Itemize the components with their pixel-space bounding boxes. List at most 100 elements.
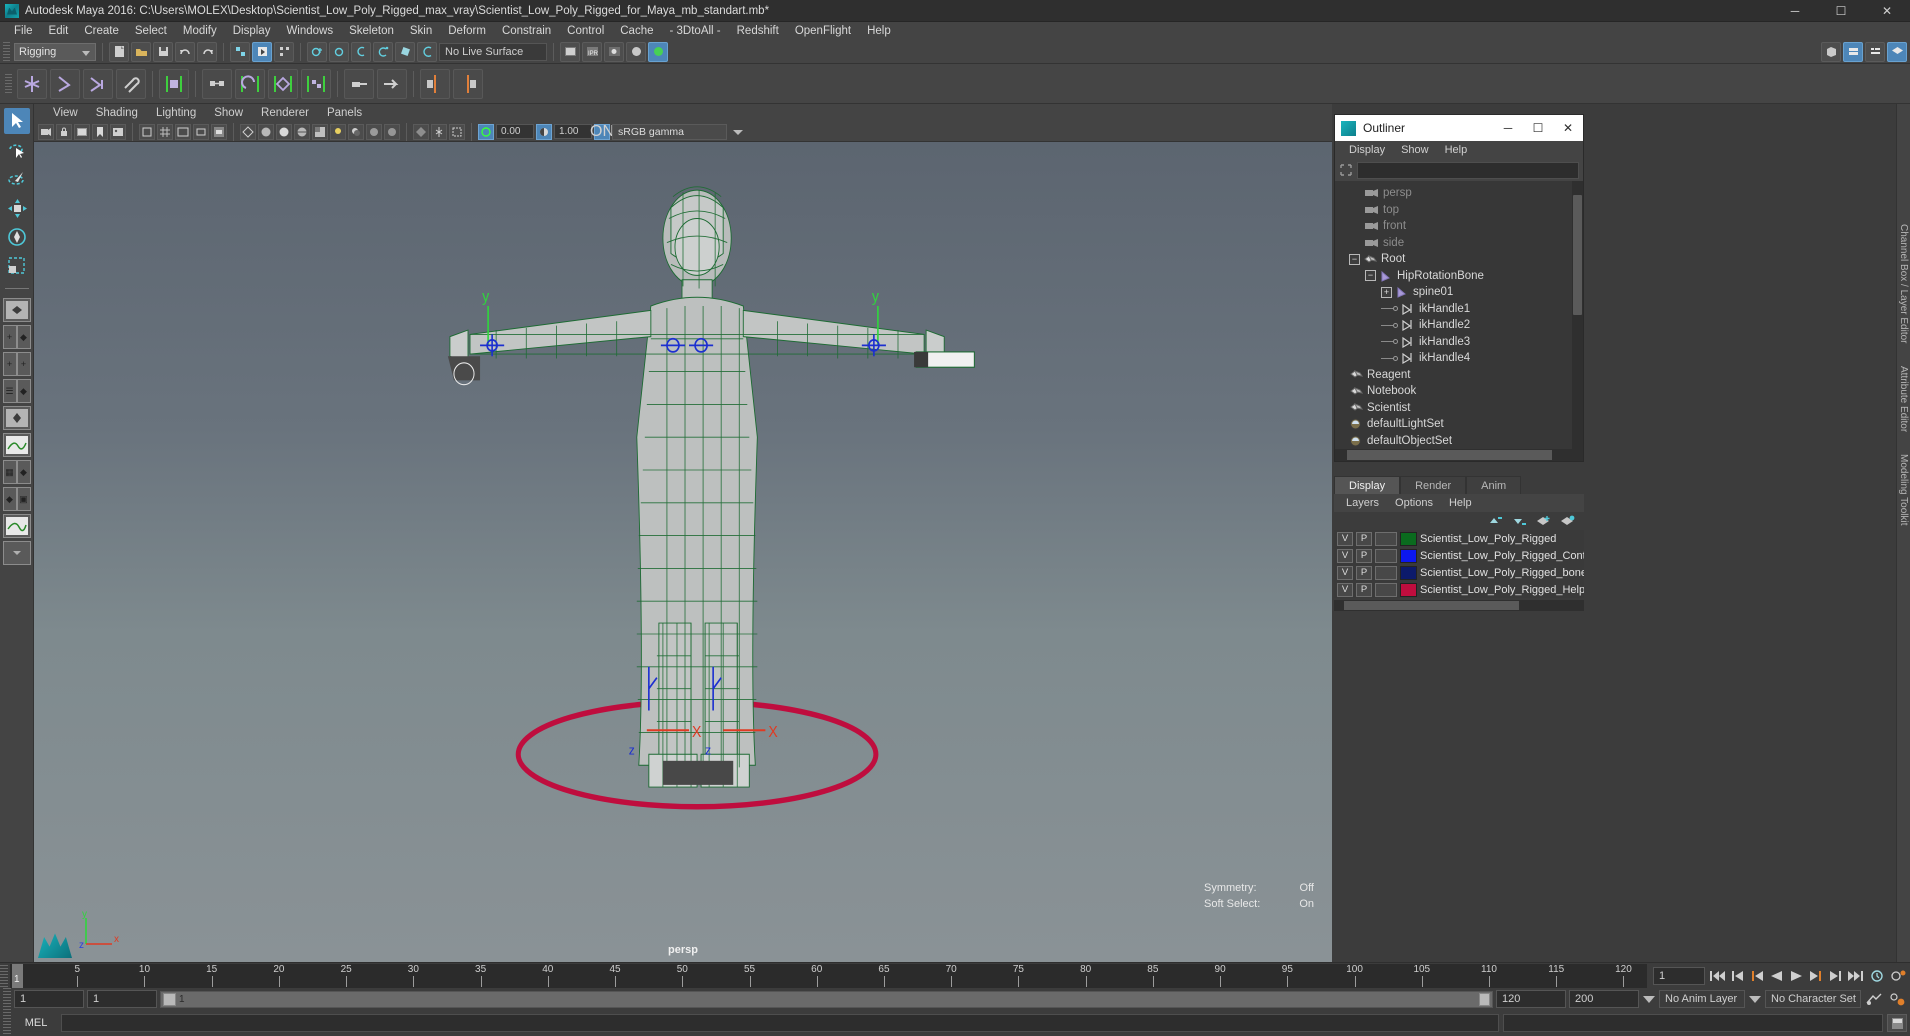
- time-slider-grip[interactable]: [0, 965, 8, 987]
- layer-playback-toggle[interactable]: P: [1356, 566, 1372, 580]
- panel-menu-renderer[interactable]: Renderer: [252, 107, 318, 119]
- shelf-mirror-skin-icon[interactable]: [453, 69, 483, 99]
- select-camera-icon[interactable]: [38, 124, 54, 140]
- menu-item-display[interactable]: Display: [225, 22, 279, 40]
- panel-menu-lighting[interactable]: Lighting: [147, 107, 205, 119]
- select-object-icon[interactable]: [252, 42, 272, 62]
- outliner-item[interactable]: ikHandle4: [1335, 350, 1583, 367]
- outliner-item[interactable]: ikHandle2: [1335, 317, 1583, 334]
- outliner-item[interactable]: −Root: [1335, 251, 1583, 268]
- minimize-button[interactable]: ─: [1772, 0, 1818, 22]
- move-tool-button[interactable]: [4, 195, 30, 221]
- outliner-menu-display[interactable]: Display: [1341, 144, 1393, 156]
- tab-anim[interactable]: Anim: [1466, 476, 1521, 494]
- isolate-select-icon[interactable]: [449, 124, 465, 140]
- outliner-item[interactable]: defaultObjectSet: [1335, 433, 1583, 450]
- outliner-item[interactable]: −HipRotationBone: [1335, 268, 1583, 285]
- layer-type-toggle[interactable]: [1375, 566, 1397, 580]
- shelf-wrap-icon[interactable]: [268, 69, 298, 99]
- menu-item-3dtoall[interactable]: - 3DtoAll -: [662, 22, 729, 40]
- shelf-cluster-icon[interactable]: [202, 69, 232, 99]
- save-scene-icon[interactable]: [153, 42, 173, 62]
- range-slider-grip[interactable]: [3, 988, 11, 1010]
- camera-attributes-icon[interactable]: [74, 124, 90, 140]
- menu-item-help[interactable]: Help: [859, 22, 899, 40]
- ao-icon[interactable]: [366, 124, 382, 140]
- tab-display[interactable]: Display: [1334, 476, 1400, 494]
- menu-item-edit[interactable]: Edit: [41, 22, 77, 40]
- expand-toggle-icon[interactable]: +: [1381, 287, 1392, 298]
- command-language-label[interactable]: MEL: [15, 1017, 57, 1029]
- move-layer-up-icon[interactable]: [1488, 514, 1504, 528]
- sidebar-toggle-channel-icon[interactable]: [1865, 42, 1885, 62]
- display-layer-row[interactable]: VPScientist_Low_Poly_Rigged: [1334, 530, 1584, 547]
- layout-more-button[interactable]: [3, 541, 31, 565]
- layer-playback-toggle[interactable]: P: [1356, 549, 1372, 563]
- open-scene-icon[interactable]: [131, 42, 151, 62]
- wireframe-shading-icon[interactable]: [240, 124, 256, 140]
- menu-set-selector[interactable]: Rigging: [14, 43, 96, 61]
- layout-curve-button[interactable]: [3, 514, 31, 538]
- shelf-blendshape-icon[interactable]: [301, 69, 331, 99]
- menu-item-skeleton[interactable]: Skeleton: [341, 22, 402, 40]
- outliner-menu-show[interactable]: Show: [1393, 144, 1437, 156]
- lock-camera-icon[interactable]: [56, 124, 72, 140]
- auto-key-toggle-icon[interactable]: [1864, 991, 1884, 1007]
- xray-joints-icon[interactable]: [431, 124, 447, 140]
- layer-color-swatch[interactable]: [1400, 566, 1417, 580]
- select-component-icon[interactable]: [274, 42, 294, 62]
- outliner-minimize-button[interactable]: ─: [1493, 115, 1523, 141]
- menu-item-select[interactable]: Select: [127, 22, 175, 40]
- sidebar-toggle-modeling-icon[interactable]: [1821, 42, 1841, 62]
- layout-single-perspective-button[interactable]: [3, 298, 31, 322]
- layout-outliner-persp-button[interactable]: ☰◆: [3, 379, 31, 403]
- gamma-reset-icon[interactable]: [536, 124, 552, 140]
- menu-item-constrain[interactable]: Constrain: [494, 22, 559, 40]
- snap-view-plane-icon[interactable]: [395, 42, 415, 62]
- outliner-item[interactable]: persp: [1335, 185, 1583, 202]
- layer-type-toggle[interactable]: [1375, 532, 1397, 546]
- outliner-item[interactable]: top: [1335, 202, 1583, 219]
- scale-tool-button[interactable]: [4, 253, 30, 279]
- animation-preferences-button[interactable]: [1887, 991, 1907, 1007]
- shelf-ik-handle-icon[interactable]: [50, 69, 80, 99]
- range-right-handle[interactable]: [1479, 993, 1490, 1006]
- menu-item-cache[interactable]: Cache: [612, 22, 661, 40]
- menu-item-control[interactable]: Control: [559, 22, 612, 40]
- shelf-ik-spline-icon[interactable]: [83, 69, 113, 99]
- go-to-end-icon[interactable]: [1847, 969, 1864, 983]
- outliner-item[interactable]: front: [1335, 218, 1583, 235]
- sidebar-toggle-attribute-icon[interactable]: [1843, 42, 1863, 62]
- motion-blur-icon[interactable]: [384, 124, 400, 140]
- outliner-item[interactable]: Notebook: [1335, 383, 1583, 400]
- live-surface-field[interactable]: No Live Surface: [439, 43, 547, 61]
- layer-visibility-toggle[interactable]: V: [1337, 549, 1353, 563]
- outliner-vertical-scrollbar[interactable]: [1572, 181, 1583, 449]
- resolution-gate-icon[interactable]: [193, 124, 209, 140]
- chevron-down-icon[interactable]: [1748, 992, 1762, 1006]
- command-input-field[interactable]: [61, 1014, 1499, 1032]
- menu-item-file[interactable]: File: [6, 22, 41, 40]
- outliner-menu-help[interactable]: Help: [1437, 144, 1476, 156]
- play-backwards-icon[interactable]: [1769, 969, 1784, 983]
- sidebar-toggle-layer-icon[interactable]: [1887, 42, 1907, 62]
- two-d-pan-zoom-icon[interactable]: [139, 124, 155, 140]
- shelf-parent-icon[interactable]: [344, 69, 374, 99]
- ipr-render-icon[interactable]: IPR: [582, 42, 602, 62]
- chevron-down-icon[interactable]: [1642, 992, 1656, 1006]
- image-plane-icon[interactable]: [110, 124, 126, 140]
- layer-playback-toggle[interactable]: P: [1356, 583, 1372, 597]
- collapse-toggle-icon[interactable]: −: [1349, 254, 1360, 265]
- rotate-tool-button[interactable]: [4, 224, 30, 250]
- close-button[interactable]: ✕: [1864, 0, 1910, 22]
- layout-hypershade-button[interactable]: ▦◆: [3, 460, 31, 484]
- smooth-shade-all-icon[interactable]: [276, 124, 292, 140]
- render-settings-icon[interactable]: [604, 42, 624, 62]
- outliner-search-input[interactable]: [1357, 162, 1579, 179]
- playback-start-field[interactable]: 1: [87, 990, 157, 1008]
- character-set-selector[interactable]: No Character Set: [1765, 990, 1861, 1008]
- layout-two-stacked-button[interactable]: ++: [3, 352, 31, 376]
- lasso-tool-button[interactable]: [4, 137, 30, 163]
- film-gate-icon[interactable]: [175, 124, 191, 140]
- dock-tab-channel-box[interactable]: Channel Box / Layer Editor: [1898, 224, 1909, 344]
